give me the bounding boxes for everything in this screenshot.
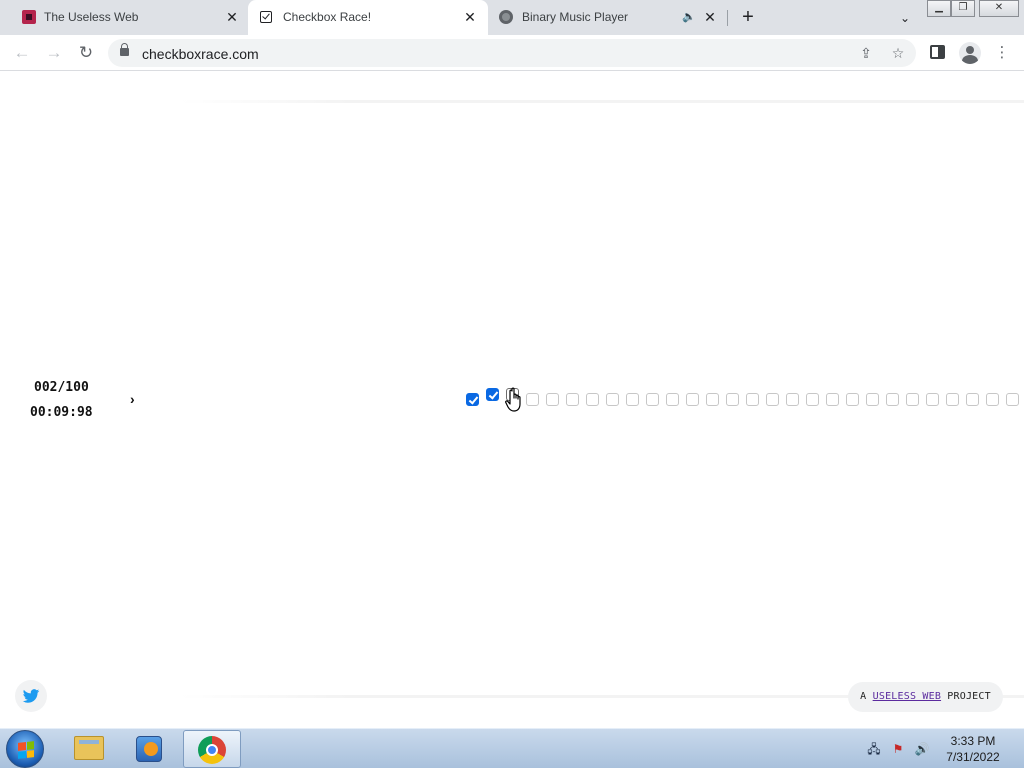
restore-button[interactable]: ❐ [951,0,975,17]
folder-icon [74,736,104,760]
reload-button[interactable]: ↻ [74,41,98,65]
windows-logo-icon [18,741,34,759]
taskbar-app-media-player[interactable] [121,730,179,768]
race-checkbox[interactable] [646,393,659,406]
arrow-indicator: › [130,391,135,407]
checkbox-favicon-icon [260,11,272,23]
action-center-flag-icon[interactable]: ⚑ [890,741,906,757]
race-checkbox[interactable] [746,393,759,406]
race-checkbox[interactable] [606,393,619,406]
race-checkbox[interactable] [986,393,999,406]
tab-search-chevron-icon[interactable]: ⌄ [896,9,914,27]
minimize-button[interactable]: ▁ [927,0,951,17]
chrome-icon [198,736,226,764]
race-checkbox[interactable] [826,393,839,406]
race-checkbox[interactable] [626,393,639,406]
race-checkbox[interactable] [946,393,959,406]
race-checkbox[interactable] [666,393,679,406]
race-checkbox[interactable] [706,393,719,406]
tab-checkbox-race[interactable]: Checkbox Race! ✕ [248,0,488,35]
taskbar-app-chrome[interactable] [183,730,241,768]
badge-prefix: A [860,691,873,702]
lock-icon[interactable] [120,43,129,56]
system-clock[interactable]: 3:33 PM 7/31/2022 [940,733,1006,765]
volume-icon[interactable]: 🔊 [914,741,930,757]
race-checkbox[interactable] [586,393,599,406]
address-bar[interactable]: checkboxrace.com ⇪ ☆ [108,39,916,67]
close-icon[interactable]: ✕ [702,9,718,25]
new-tab-button[interactable]: + [738,7,758,28]
url-text[interactable]: checkboxrace.com [142,46,259,62]
windows-taskbar: 🖧 ⚑ 🔊 3:33 PM 7/31/2022 [0,728,1024,768]
browser-toolbar: ← → ↻ checkboxrace.com ⇪ ☆ ⋮ [0,35,1024,71]
share-icon[interactable]: ⇪ [857,44,875,62]
side-panel-icon[interactable] [930,45,945,59]
tab-title: Checkbox Race! [283,10,372,24]
race-checkbox[interactable] [926,393,939,406]
tab-useless-web[interactable]: The Useless Web ✕ [8,0,246,35]
badge-suffix: PROJECT [941,691,991,702]
progress-counter: 002/100 [34,380,89,395]
tab-strip: The Useless Web ✕ Checkbox Race! ✕ Binar… [0,0,1024,35]
race-checkbox[interactable] [466,393,479,406]
tab-separator [727,10,728,26]
race-checkbox[interactable] [886,393,899,406]
tab-title: Binary Music Player [522,10,629,24]
window-controls: ▁ ❐ ✕ [927,0,1019,18]
tab-title: The Useless Web [44,10,139,24]
speaker-icon[interactable]: 🔈 [682,10,696,23]
race-checkbox[interactable] [846,393,859,406]
useless-web-favicon-icon [22,10,36,24]
close-window-button[interactable]: ✕ [979,0,1019,17]
race-checkbox[interactable] [766,393,779,406]
race-checkbox[interactable] [726,393,739,406]
page-content: 002/100 00:09:98 › A USELESS WEB PROJECT [0,71,1024,728]
tab-binary-music-player[interactable]: Binary Music Player 🔈 ✕ [490,0,726,35]
start-button[interactable] [6,730,44,768]
race-checkbox[interactable] [526,393,539,406]
close-icon[interactable]: ✕ [224,9,240,25]
useless-web-badge: A USELESS WEB PROJECT [848,682,1003,712]
close-icon[interactable]: ✕ [462,9,478,25]
media-player-icon [136,736,162,762]
race-checkbox[interactable] [786,393,799,406]
globe-icon [499,10,513,24]
network-icon[interactable]: 🖧 [866,741,882,757]
hand-cursor-icon [505,387,521,412]
race-checkbox[interactable] [566,393,579,406]
race-checkbox[interactable] [966,393,979,406]
useless-web-link[interactable]: USELESS WEB [873,691,941,702]
taskbar-app-explorer[interactable] [60,730,118,768]
clock-date: 7/31/2022 [946,750,1000,764]
race-checkbox[interactable] [1006,393,1019,406]
race-checkbox[interactable] [686,393,699,406]
twitter-icon [22,689,40,703]
race-checkbox[interactable] [906,393,919,406]
race-timer: 00:09:98 [30,405,93,420]
clock-time: 3:33 PM [950,734,996,748]
forward-button[interactable]: → [42,41,66,65]
back-button[interactable]: ← [10,41,34,65]
race-checkbox[interactable] [546,393,559,406]
menu-kebab-icon[interactable]: ⋮ [992,43,1012,63]
divider [180,100,1024,103]
race-checkbox[interactable] [486,388,499,401]
profile-avatar-icon[interactable] [959,42,981,64]
race-checkbox[interactable] [806,393,819,406]
race-checkbox[interactable] [866,393,879,406]
bookmark-star-icon[interactable]: ☆ [889,44,907,62]
twitter-share-button[interactable] [15,680,47,712]
